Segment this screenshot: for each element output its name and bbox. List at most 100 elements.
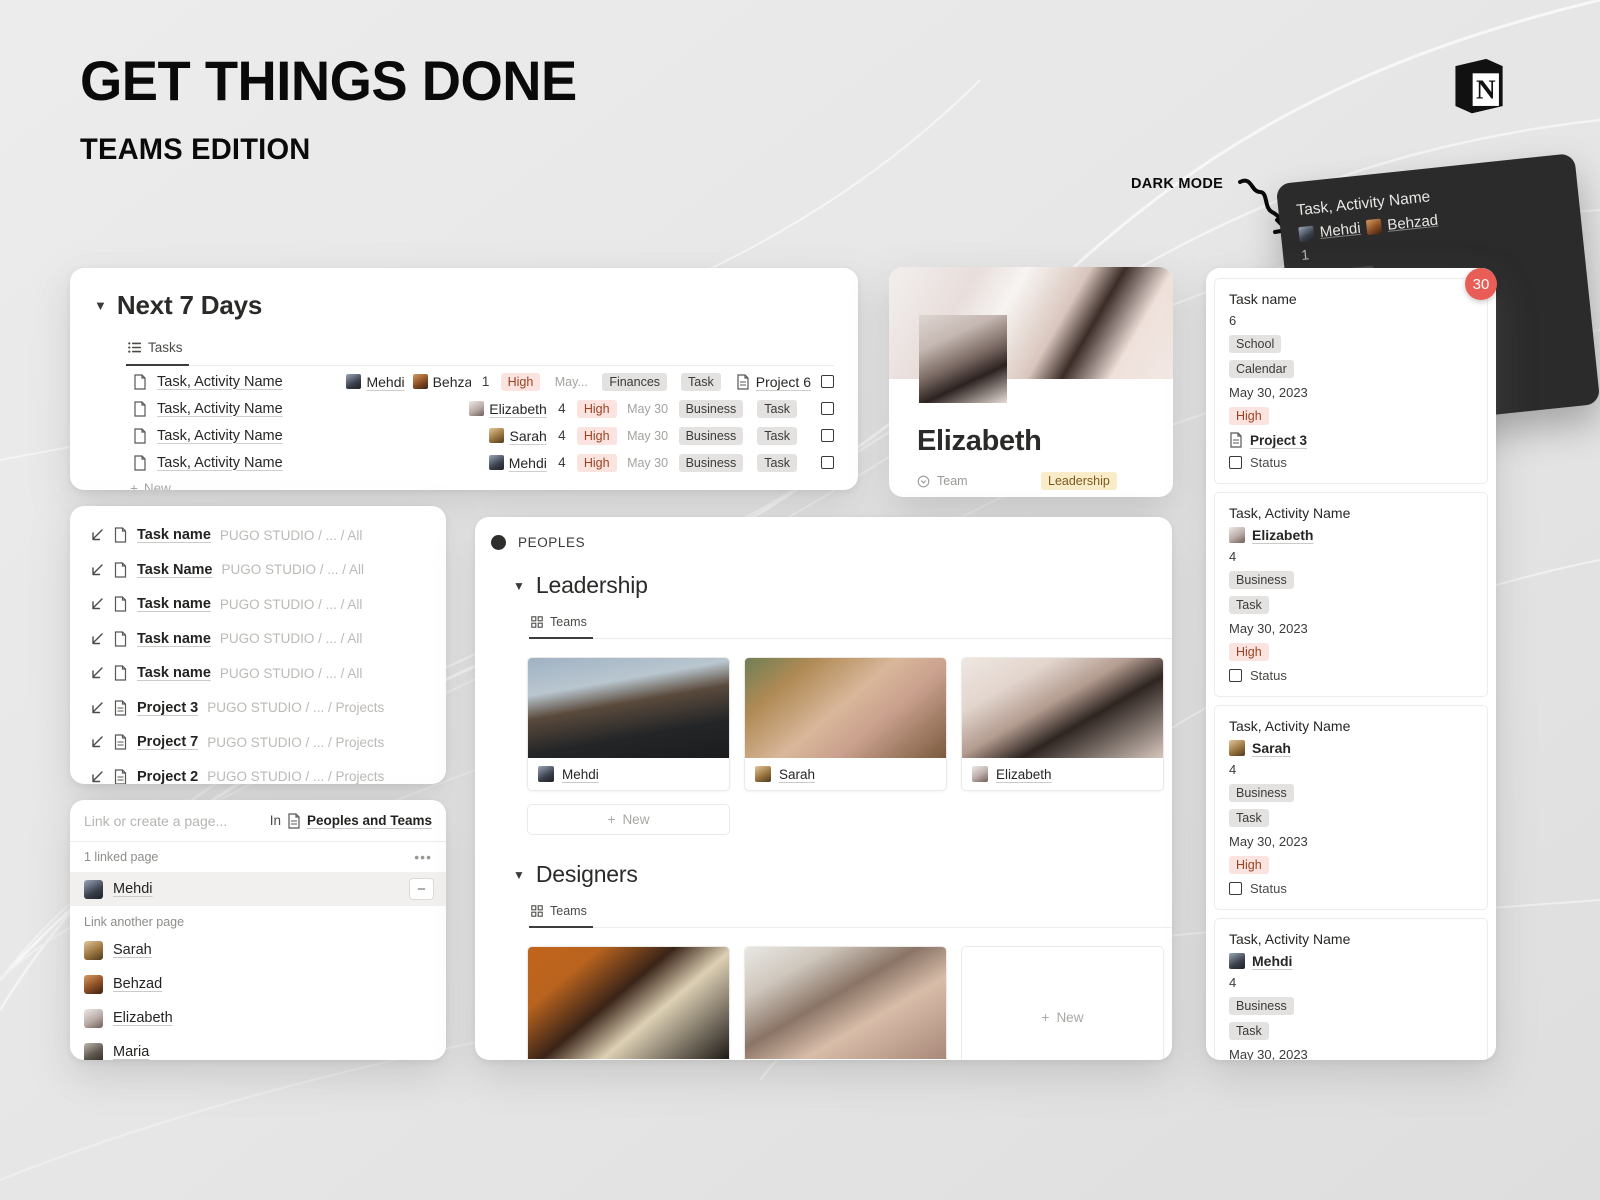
task-rows: Task, Activity Name Mehdi Behzad 1 High … <box>94 368 834 476</box>
new-row-button[interactable]: + New <box>94 481 834 490</box>
collapse-caret-icon[interactable]: ▼ <box>513 868 525 882</box>
card-priority: High <box>1229 643 1473 661</box>
next-7-days-panel: ▼ Next 7 Days Tasks Task, Activity Name … <box>70 268 858 490</box>
row-checkbox[interactable] <box>821 456 834 469</box>
member-card-sarah[interactable]: Sarah <box>744 657 947 791</box>
list-item[interactable]: Project 7 PUGO STUDIO / ... / Projects <box>70 725 446 760</box>
page-icon <box>134 400 146 417</box>
status-checkbox[interactable] <box>1229 882 1242 895</box>
task-card[interactable]: Task, Activity Name Elizabeth 4 Business… <box>1214 492 1488 697</box>
tab-teams[interactable]: Teams <box>529 612 593 639</box>
collapse-caret-icon[interactable]: ▼ <box>94 299 107 312</box>
table-row[interactable]: Task, Activity Name Mehdi Behzad 1 High … <box>94 368 834 395</box>
assignee-name: Mehdi <box>366 373 405 390</box>
row-checkbox[interactable] <box>821 375 834 388</box>
tag-chip: Task <box>757 453 797 472</box>
table-row[interactable]: Task, Activity Name Mehdi 4 High May 30 … <box>94 449 834 476</box>
tab-teams[interactable]: Teams <box>529 901 593 928</box>
task-card[interactable]: Task name 6 School Calendar May 30, 2023… <box>1214 278 1488 484</box>
tag-chip: Task <box>1229 1022 1269 1040</box>
task-cards-panel: Task name 6 School Calendar May 30, 2023… <box>1206 268 1496 1060</box>
arrow-down-left-icon <box>92 771 103 782</box>
page-icon <box>114 596 127 612</box>
collapse-caret-icon[interactable]: ▼ <box>513 579 525 593</box>
list-item[interactable]: Task name PUGO STUDIO / ... / All <box>70 656 446 691</box>
card-tags: School <box>1229 335 1473 353</box>
card-tags: Business <box>1229 784 1473 802</box>
group-leadership: ▼ Leadership Teams Mehdi Sarah Elizabeth… <box>475 572 1172 835</box>
list-item-mehdi[interactable]: Mehdi − <box>70 872 446 906</box>
list-item[interactable]: Task name PUGO STUDIO / ... / All <box>70 518 446 553</box>
list-item-sarah[interactable]: Sarah <box>70 933 446 967</box>
task-card[interactable]: Task, Activity Name Sarah 4 Business Tas… <box>1214 705 1488 910</box>
arrow-down-left-icon <box>92 702 103 713</box>
list-item[interactable]: Project 2 PUGO STUDIO / ... / Projects <box>70 760 446 784</box>
list-item-behzad[interactable]: Behzad <box>70 967 446 1001</box>
member-photo <box>745 658 946 758</box>
property-key: Team <box>917 474 1041 488</box>
row-project[interactable]: Project 6 <box>735 374 811 390</box>
new-member-button[interactable]: + New <box>527 804 730 835</box>
grid-icon <box>531 905 543 917</box>
member-name: Elizabeth <box>996 766 1052 782</box>
project-label: Project 6 <box>755 373 811 390</box>
profile-avatar <box>919 315 1007 403</box>
list-item[interactable]: Task name PUGO STUDIO / ... / All <box>70 622 446 657</box>
avatar <box>346 374 362 389</box>
avatar <box>1229 527 1245 543</box>
search-input[interactable]: Link or create a page... <box>84 813 227 829</box>
item-name: Task name <box>137 665 211 682</box>
member-card-behzad[interactable]: Behzad <box>527 946 730 1060</box>
table-row[interactable]: Task, Activity Name Sarah 4 High May 30 … <box>94 422 834 449</box>
person-name: Mehdi <box>113 881 153 897</box>
next-7-days-tabbar: Tasks <box>126 335 834 366</box>
page-icon <box>134 454 146 471</box>
card-status[interactable]: Status <box>1229 668 1473 683</box>
assignee: Behzad <box>412 374 471 390</box>
group-header: ▼ Designers <box>513 861 1172 888</box>
member-card-maria[interactable]: Maria <box>744 946 947 1060</box>
list-item-elizabeth[interactable]: Elizabeth <box>70 1001 446 1035</box>
list-item[interactable]: Task name PUGO STUDIO / ... / All <box>70 587 446 622</box>
status-label: Status <box>1250 668 1287 683</box>
plus-icon: + <box>607 812 616 827</box>
card-project[interactable]: Project 3 <box>1229 432 1473 448</box>
list-icon <box>128 342 141 353</box>
list-item[interactable]: Task Name PUGO STUDIO / ... / All <box>70 553 446 588</box>
member-card-elizabeth[interactable]: Elizabeth <box>961 657 1164 791</box>
item-name: Project 7 <box>137 734 199 751</box>
card-date: May 30, 2023 <box>1229 621 1308 636</box>
item-path: PUGO STUDIO / ... / All <box>221 562 365 578</box>
new-member-label: New <box>1056 1009 1084 1025</box>
more-options-icon[interactable]: ••• <box>414 849 432 865</box>
list-item-maria[interactable]: Maria <box>70 1035 446 1060</box>
link-search-row[interactable]: Link or create a page... In Peoples and … <box>70 800 446 842</box>
row-checkbox[interactable] <box>821 402 834 415</box>
tab-tasks[interactable]: Tasks <box>126 336 189 366</box>
page-icon <box>737 373 749 390</box>
priority-chip: High <box>576 399 617 418</box>
grid-icon <box>531 616 543 628</box>
member-photo <box>745 947 946 1059</box>
list-item[interactable]: Project 3 PUGO STUDIO / ... / Projects <box>70 691 446 726</box>
assignee-name: Sarah <box>1252 740 1291 756</box>
new-member-button[interactable]: + New <box>961 946 1164 1060</box>
card-assignee: Mehdi <box>1229 953 1473 969</box>
card-status[interactable]: Status <box>1229 881 1473 896</box>
card-status[interactable]: Status <box>1229 455 1473 470</box>
status-checkbox[interactable] <box>1229 669 1242 682</box>
row-count: 4 <box>558 455 566 470</box>
status-checkbox[interactable] <box>1229 456 1242 469</box>
select-icon <box>917 475 930 487</box>
row-checkbox[interactable] <box>821 429 834 442</box>
destination-selector[interactable]: In Peoples and Teams <box>270 812 432 829</box>
linked-pages-count: 1 linked page <box>84 850 159 864</box>
remove-link-button[interactable]: − <box>409 878 434 900</box>
next-7-days-header: ▼ Next 7 Days <box>94 290 834 321</box>
table-row[interactable]: Task, Activity Name Elizabeth 4 High May… <box>94 395 834 422</box>
tag-chip: Business <box>1229 784 1294 802</box>
page-icon <box>114 562 127 578</box>
group-tabbar: Teams <box>529 611 1172 639</box>
member-card-mehdi[interactable]: Mehdi <box>527 657 730 791</box>
task-card[interactable]: Task, Activity Name Mehdi 4 Business Tas… <box>1214 918 1488 1060</box>
